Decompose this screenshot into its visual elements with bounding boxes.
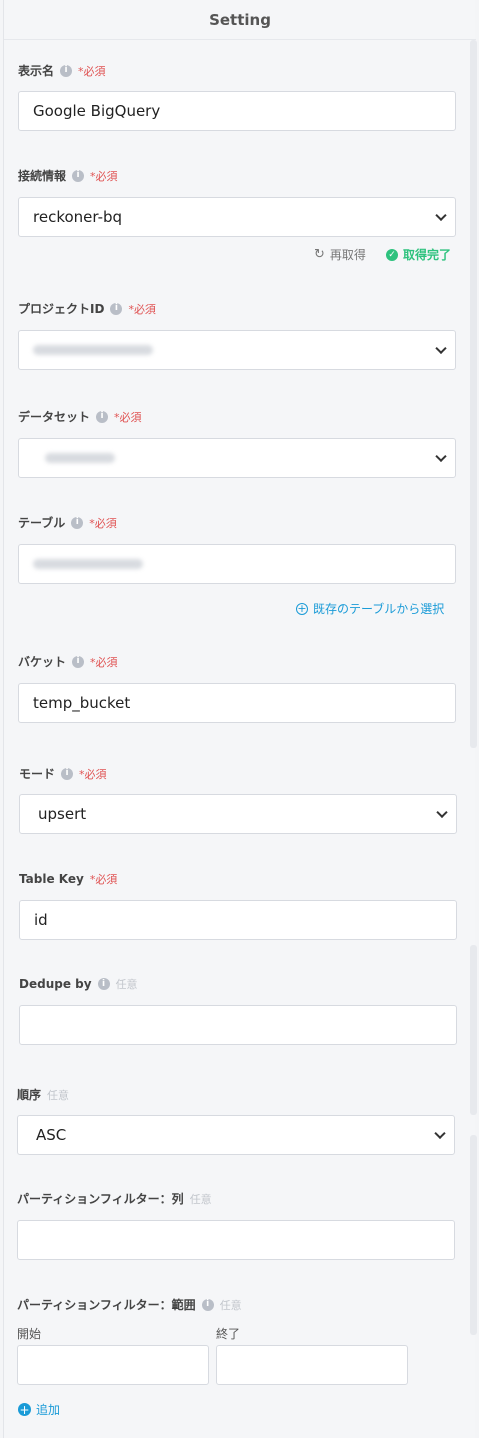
connection-label: 接続情報 i *必須 <box>18 169 118 183</box>
scrollbar[interactable] <box>470 40 478 1438</box>
table-label: テーブル i *必須 <box>18 516 117 530</box>
display-name-input[interactable]: Google BigQuery <box>18 91 456 131</box>
panel-title: Setting <box>4 4 476 40</box>
partition-column-input[interactable] <box>17 1220 455 1260</box>
add-range-button[interactable]: + 追加 <box>18 1401 60 1418</box>
chevron-down-icon <box>434 1127 446 1140</box>
redacted-value <box>33 345 153 355</box>
settings-panel: Setting 表示名 i *必須 Google BigQuery 接続情報 i… <box>3 0 478 1438</box>
bucket-input[interactable]: temp_bucket <box>18 683 456 723</box>
fetch-status: ✓ 取得完了 <box>386 246 451 263</box>
info-icon[interactable]: i <box>72 655 85 668</box>
refresh-button[interactable]: ↻ 再取得 <box>314 246 366 263</box>
info-icon[interactable]: i <box>72 169 85 182</box>
bucket-label: バケット i *必須 <box>18 655 118 669</box>
chevron-down-icon <box>436 806 448 819</box>
order-label: 順序 任意 <box>17 1088 70 1102</box>
table-key-input[interactable]: id <box>19 900 457 940</box>
table-input[interactable] <box>18 544 456 584</box>
table-key-label: Table Key *必須 <box>19 872 118 886</box>
info-icon[interactable]: i <box>60 64 73 77</box>
chevron-down-icon <box>435 209 447 222</box>
info-icon[interactable]: i <box>201 1298 214 1311</box>
info-icon[interactable]: i <box>97 978 110 990</box>
dataset-select[interactable] <box>18 438 456 478</box>
display-name-label: 表示名 i *必須 <box>18 64 106 78</box>
mode-label: モード i *必須 <box>19 767 107 781</box>
redacted-value <box>33 559 143 569</box>
dataset-label: データセット i *必須 <box>18 410 142 424</box>
chevron-down-icon <box>435 450 447 463</box>
check-circle-icon: ✓ <box>386 248 398 261</box>
chevron-down-icon <box>435 342 447 355</box>
info-icon[interactable]: i <box>96 410 109 423</box>
range-start-input[interactable] <box>17 1345 209 1385</box>
range-end-input[interactable] <box>216 1345 408 1385</box>
dedupe-by-label: Dedupe by i 任意 <box>19 977 138 991</box>
partition-range-label: パーティションフィルター：範囲 i 任意 <box>17 1298 242 1312</box>
connection-select[interactable]: reckoner-bq <box>18 197 456 237</box>
dedupe-by-input[interactable] <box>19 1005 457 1045</box>
order-select[interactable]: ASC <box>17 1115 455 1155</box>
range-end-label: 終了 <box>216 1327 241 1341</box>
plus-circle-icon: + <box>18 1402 31 1417</box>
project-id-label: プロジェクトID i *必須 <box>18 302 156 316</box>
select-existing-table-button[interactable]: + 既存のテーブルから選択 <box>296 600 444 617</box>
redacted-value <box>45 453 115 463</box>
info-icon[interactable]: i <box>71 516 84 529</box>
info-icon[interactable]: i <box>61 767 74 780</box>
plus-circle-icon: + <box>296 602 308 615</box>
partition-column-label: パーティションフィルター：列 任意 <box>17 1192 212 1206</box>
range-start-label: 開始 <box>17 1327 42 1341</box>
refresh-icon: ↻ <box>314 247 325 262</box>
info-icon[interactable]: i <box>110 302 123 315</box>
mode-select[interactable]: upsert <box>19 794 457 834</box>
project-id-select[interactable] <box>18 330 456 370</box>
